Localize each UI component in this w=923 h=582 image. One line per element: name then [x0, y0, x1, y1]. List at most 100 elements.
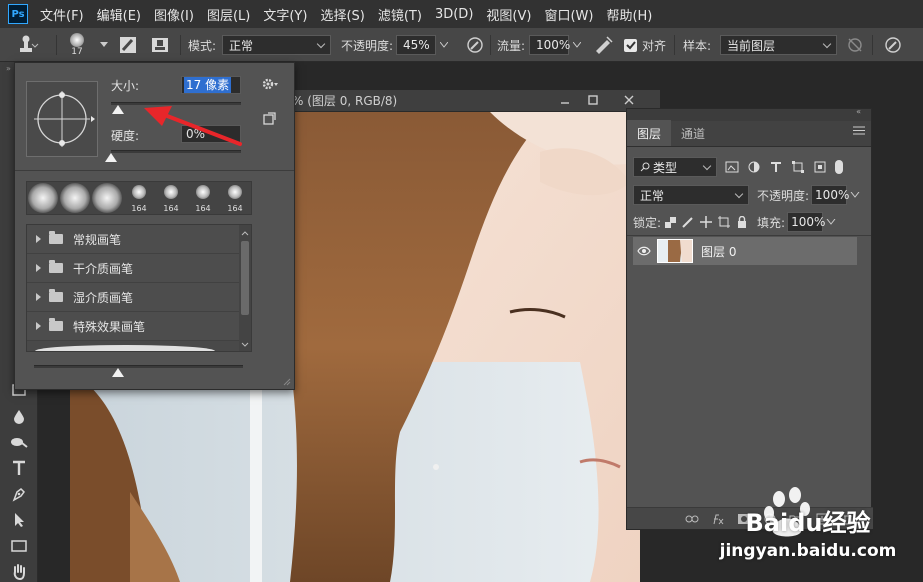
panel-collapse-icon[interactable]: »: [6, 64, 11, 73]
photoshop-logo[interactable]: Ps: [8, 4, 28, 24]
pressure-size-toggle[interactable]: [882, 34, 904, 56]
filter-type-button[interactable]: [765, 156, 787, 178]
layer-filter-dropdown[interactable]: 类型: [633, 157, 717, 177]
brush-picker[interactable]: 17: [70, 28, 84, 62]
filter-adjustment-button[interactable]: [743, 156, 765, 178]
tool-path-selection[interactable]: [9, 510, 29, 530]
blend-mode-dropdown[interactable]: 正常: [633, 185, 749, 205]
tool-pen[interactable]: [9, 484, 29, 504]
brush-folder-item[interactable]: 常规画笔: [27, 225, 251, 254]
maximize-icon: [588, 95, 598, 105]
scrollbar-thumb[interactable]: [241, 241, 249, 315]
menu-3d[interactable]: 3D(D): [435, 7, 473, 22]
close-icon: [624, 95, 634, 105]
fill-field[interactable]: 100%: [787, 212, 825, 232]
menu-view[interactable]: 视图(V): [486, 5, 531, 24]
tool-dodge[interactable]: [9, 432, 29, 452]
menu-edit[interactable]: 编辑(E): [97, 5, 141, 24]
new-preset-button[interactable]: [263, 112, 277, 129]
layer-row[interactable]: 图层 0: [633, 237, 857, 265]
lock-image-button[interactable]: [679, 211, 697, 233]
arrow-cursor-icon: [15, 513, 24, 527]
tool-hand[interactable]: [9, 562, 29, 582]
panel-menu-button[interactable]: [853, 124, 865, 138]
chevron-down-icon[interactable]: [826, 219, 836, 225]
panel-settings-button[interactable]: [262, 77, 280, 94]
chevron-down-icon: [100, 42, 108, 47]
hardness-slider-track[interactable]: [111, 150, 241, 153]
tool-blur[interactable]: [9, 406, 29, 426]
layer-visibility-toggle[interactable]: [637, 245, 651, 259]
brush-folder-item[interactable]: 特殊效果画笔: [27, 312, 251, 341]
menu-image[interactable]: 图像(I): [154, 5, 194, 24]
lock-artboard-button[interactable]: [715, 211, 733, 233]
brush-tip-swatch[interactable]: 164: [123, 182, 155, 214]
opacity-slider-button[interactable]: [436, 34, 452, 56]
brush-tip-swatch[interactable]: 164: [219, 182, 251, 214]
preview-size-slider-thumb[interactable]: [111, 368, 124, 377]
chevron-up-icon: [241, 231, 249, 236]
size-field[interactable]: 17 像素: [181, 76, 241, 94]
menu-icon: [853, 126, 865, 135]
layer-name: 图层 0: [701, 244, 737, 259]
chevron-down-icon[interactable]: [850, 192, 860, 198]
tab-layers[interactable]: 图层: [627, 120, 672, 146]
tab-channels[interactable]: 通道: [671, 120, 715, 146]
align-checkbox[interactable]: [624, 38, 637, 52]
brush-tip-swatch[interactable]: [27, 182, 59, 214]
menu-window[interactable]: 窗口(W): [544, 5, 593, 24]
document-window-titlebar[interactable]: % (图层 0, RGB/8): [290, 90, 660, 112]
menu-help[interactable]: 帮助(H): [606, 5, 652, 24]
folder-list-scrollbar[interactable]: [239, 225, 251, 351]
filter-smart-object-button[interactable]: [809, 156, 831, 178]
brush-settings-toggle[interactable]: [117, 34, 139, 56]
filter-toggle-switch[interactable]: [835, 160, 843, 174]
mode-dropdown[interactable]: 正常: [222, 35, 331, 55]
size-slider-thumb[interactable]: [111, 105, 124, 114]
lock-transparent-button[interactable]: [661, 211, 679, 233]
menu-type[interactable]: 文字(Y): [263, 5, 307, 24]
menu-file[interactable]: 文件(F): [40, 5, 84, 24]
lock-position-button[interactable]: [697, 211, 715, 233]
brush-folder-item[interactable]: 湿介质画笔: [27, 283, 251, 312]
flow-field[interactable]: 100%: [529, 35, 571, 55]
ignore-adjustment-layers-toggle[interactable]: [844, 34, 866, 56]
link-layers-button[interactable]: [685, 512, 699, 526]
brush-tip-swatch[interactable]: 164: [187, 182, 219, 214]
tool-rectangle[interactable]: [9, 536, 29, 556]
filter-pixel-button[interactable]: [721, 156, 743, 178]
flow-value: 100%: [536, 38, 571, 52]
tool-preset-picker[interactable]: [14, 28, 40, 62]
sample-dropdown[interactable]: 当前图层: [720, 35, 837, 55]
filter-shape-button[interactable]: [787, 156, 809, 178]
menu-layer[interactable]: 图层(L): [207, 5, 250, 24]
maximize-button[interactable]: [586, 93, 600, 107]
opacity-value: 45%: [403, 38, 430, 52]
minimize-button[interactable]: [558, 93, 572, 107]
airbrush-toggle[interactable]: [592, 34, 614, 56]
size-value: 17 像素: [184, 77, 232, 93]
tool-type[interactable]: [9, 458, 29, 478]
menu-filter[interactable]: 滤镜(T): [378, 5, 422, 24]
brush-folder-item[interactable]: 干介质画笔: [27, 254, 251, 283]
opacity-field[interactable]: 45%: [396, 35, 436, 55]
brush-angle-preview[interactable]: [26, 81, 98, 157]
lock-all-button[interactable]: [733, 211, 751, 233]
flow-slider-button[interactable]: [569, 34, 585, 56]
brush-tips-row: 164 164 164 164: [26, 181, 252, 215]
hardness-slider-thumb[interactable]: [105, 153, 117, 162]
layer-opacity-field[interactable]: 100%: [811, 185, 849, 205]
clone-source-toggle[interactable]: [149, 34, 171, 56]
brush-tip-swatch[interactable]: [59, 182, 91, 214]
preview-size-slider-track[interactable]: [34, 365, 243, 368]
brush-angle-roundness-icon: [34, 91, 95, 147]
menu-select[interactable]: 选择(S): [320, 5, 364, 24]
resize-grip-icon[interactable]: [281, 376, 291, 386]
close-document-button[interactable]: [622, 93, 636, 107]
pressure-opacity-toggle[interactable]: [464, 34, 486, 56]
brush-tip-swatch[interactable]: 164: [155, 182, 187, 214]
layer-thumbnail: [657, 239, 693, 263]
collapse-panel-icon[interactable]: «: [856, 107, 861, 116]
brush-tip-swatch[interactable]: [91, 182, 123, 214]
brush-picker-open-button[interactable]: [98, 34, 110, 56]
